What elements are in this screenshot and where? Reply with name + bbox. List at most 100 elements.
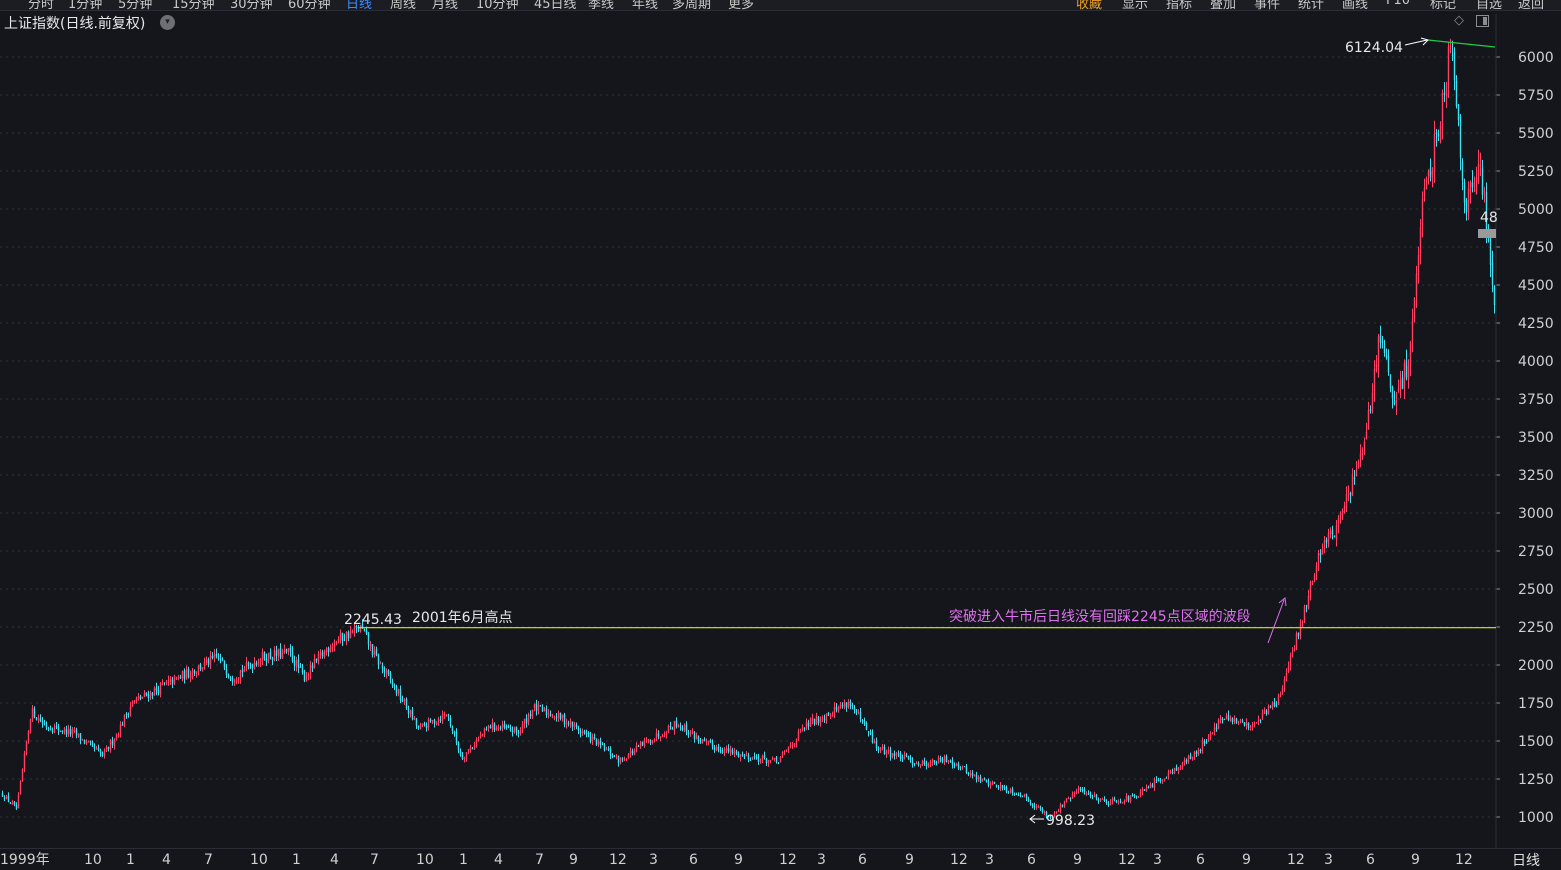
candle-body — [337, 638, 340, 643]
candle-body — [651, 741, 654, 743]
candle-body — [1437, 133, 1440, 137]
candle-body — [211, 655, 214, 659]
candle-body — [311, 665, 314, 669]
candle-body — [1465, 200, 1468, 212]
candle-body — [179, 677, 182, 679]
candle-body — [569, 721, 572, 725]
candle-body — [607, 748, 610, 750]
candle-body — [113, 740, 116, 746]
candle-body — [605, 749, 608, 751]
candle-body — [447, 714, 450, 717]
x-tick-label: 12 — [609, 852, 627, 866]
candle-body — [1029, 802, 1032, 805]
candle-body — [851, 705, 854, 707]
candle-body — [513, 726, 516, 733]
y-tick-label: 3500 — [1518, 430, 1554, 446]
candle-body — [771, 758, 774, 760]
candle-body — [823, 718, 826, 720]
candle-body — [457, 742, 460, 751]
candle-body — [791, 744, 794, 746]
candle-body — [515, 727, 518, 732]
candle-body — [727, 748, 730, 752]
candle-body — [685, 724, 688, 733]
candle-body — [1169, 770, 1172, 773]
candle-body — [1311, 581, 1314, 584]
candle-body — [1033, 805, 1036, 808]
candle-body — [1249, 726, 1252, 728]
candle-body — [789, 745, 792, 748]
candle-body — [213, 654, 216, 658]
candle-body — [973, 774, 976, 776]
candle-body — [1197, 749, 1200, 754]
x-tick-label: 10 — [250, 852, 268, 866]
candle-body — [1229, 717, 1232, 721]
candle-body — [849, 701, 852, 707]
candle-body — [1379, 334, 1382, 343]
candle-body — [247, 663, 250, 665]
candle-body — [597, 740, 600, 745]
candle-body — [391, 681, 394, 686]
candle-body — [505, 726, 508, 728]
candle-body — [769, 759, 772, 761]
candle-body — [529, 713, 532, 716]
candle-body — [343, 639, 346, 641]
x-tick-label: 4 — [494, 852, 503, 866]
candle-body — [235, 678, 238, 683]
y-tick-label: 3750 — [1518, 392, 1554, 408]
candle-body — [371, 644, 374, 656]
candle-body — [881, 746, 884, 749]
candle-body — [743, 754, 746, 756]
candle-body — [1083, 789, 1086, 795]
candle-body — [1155, 779, 1158, 781]
candle-body — [1157, 780, 1160, 782]
candle-body — [675, 720, 678, 727]
trend-line[interactable] — [1427, 39, 1496, 48]
candle-body — [395, 686, 398, 694]
candle-body — [635, 745, 638, 750]
candle-body — [731, 749, 734, 754]
candle-body — [1009, 789, 1012, 793]
candle-body — [707, 741, 710, 743]
candle-body — [93, 745, 96, 749]
candle-body — [215, 653, 218, 657]
candle-body — [1107, 803, 1110, 805]
candle-body — [1405, 360, 1408, 378]
x-tick-label: 4 — [162, 852, 171, 866]
candle-body — [1233, 717, 1236, 722]
candle-body — [773, 758, 776, 760]
candlestick-chart[interactable]: 1000 1250 1500 1750 2000 2250 2500 2750 3000 3250… — [0, 0, 1561, 866]
candle-body — [257, 662, 260, 664]
candle-body — [561, 715, 564, 719]
candle-body — [1351, 476, 1354, 496]
candle-body — [61, 730, 64, 733]
period-label[interactable]: 日线 — [1512, 850, 1540, 870]
candle-body — [199, 664, 202, 670]
candle-body — [1205, 742, 1208, 744]
y-tick-label: 3000 — [1518, 506, 1554, 522]
candle-body — [855, 709, 858, 714]
candle-body — [349, 630, 352, 638]
x-tick-label: 10 — [416, 852, 434, 866]
candle-body — [1469, 182, 1472, 192]
candle-body — [1179, 765, 1182, 769]
candle-body — [565, 722, 568, 725]
candle-body — [407, 708, 410, 714]
candle-body — [653, 738, 656, 741]
y-tick-label: 4750 — [1518, 240, 1554, 256]
candle-body — [921, 761, 924, 766]
candle-body — [1129, 795, 1132, 802]
candle-body — [223, 660, 226, 669]
x-tick-label: 12 — [950, 852, 968, 866]
candle-body — [105, 747, 108, 752]
candle-body — [1403, 362, 1406, 389]
candle-body — [979, 776, 982, 782]
candle-body — [33, 708, 36, 718]
candle-body — [253, 662, 256, 669]
candle-body — [1455, 80, 1458, 107]
candle-body — [1091, 796, 1094, 798]
candle-body — [1407, 365, 1410, 380]
candle-body — [165, 682, 168, 684]
candle-body — [925, 763, 928, 766]
candle-body — [1011, 788, 1014, 794]
candle-body — [21, 769, 24, 782]
